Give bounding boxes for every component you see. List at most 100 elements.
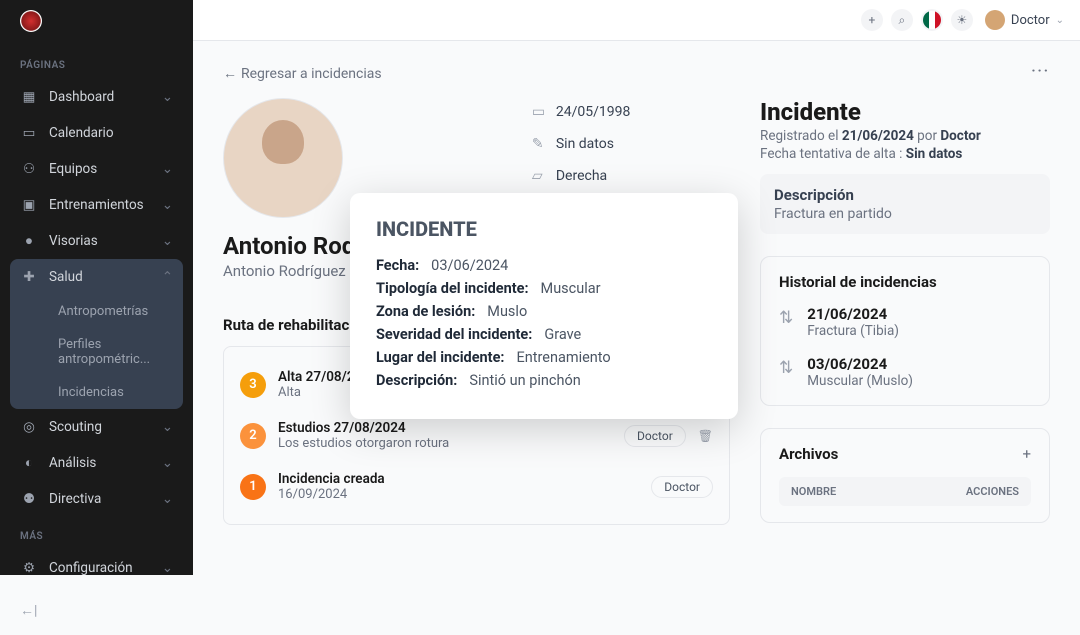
people-icon: ⚇ xyxy=(20,160,38,178)
sidebar-label: Salud xyxy=(49,269,162,285)
ball-icon: ● xyxy=(20,232,38,250)
chevron-up-icon: ⌃ xyxy=(162,269,173,285)
player-dob: ▭ 24/05/1998 xyxy=(532,104,631,120)
sidebar-item-calendario[interactable]: ▭ Calendario xyxy=(0,115,193,151)
user-menu[interactable]: Doctor ⌄ xyxy=(985,10,1064,30)
add-file-button[interactable]: + xyxy=(1022,445,1031,463)
tt-value: Entrenamiento xyxy=(517,349,611,366)
chevron-down-icon: ⌄ xyxy=(162,233,173,249)
theme-toggle[interactable]: ☀ xyxy=(951,9,973,31)
history-row[interactable]: ⇅ 03/06/2024 Muscular (Muslo) xyxy=(779,355,1031,389)
scout-icon: ◎ xyxy=(20,418,38,436)
incident-tentative: Fecha tentativa de alta : Sin datos xyxy=(760,146,1050,162)
swap-icon: ⇅ xyxy=(779,358,793,378)
ellipsis-icon: ··· xyxy=(1031,63,1050,79)
incident-title: Incidente xyxy=(760,98,1050,126)
tt-value: Grave xyxy=(544,326,581,343)
delete-rehab-button[interactable]: 🗑 xyxy=(698,429,713,443)
chevron-down-icon: ⌄ xyxy=(162,161,173,177)
sidebar-sub-label: Antropometrías xyxy=(58,304,148,319)
chevron-down-icon: ⌄ xyxy=(1056,15,1064,26)
language-picker[interactable] xyxy=(921,9,943,31)
sidebar-item-dashboard[interactable]: ▦ Dashboard ⌄ xyxy=(0,79,193,115)
club-logo xyxy=(20,10,42,32)
player-side-value: Derecha xyxy=(556,168,607,184)
collapse-sidebar-button[interactable]: ←| xyxy=(0,586,193,635)
sidebar-label: Configuración xyxy=(49,560,162,576)
sidebar-item-configuracion[interactable]: ⚙ Configuración ⌄ xyxy=(0,550,193,586)
step-badge-2: 2 xyxy=(240,423,266,449)
tt-value: Sintió un pinchón xyxy=(469,372,580,389)
pencil-icon: ✎ xyxy=(532,136,546,152)
grid-icon: ▦ xyxy=(20,88,38,106)
registered-date: 21/06/2024 xyxy=(842,128,914,144)
files-panel: Archivos + NOMBRE ACCIONES xyxy=(760,428,1050,523)
swap-icon: ⇅ xyxy=(779,308,793,328)
sidebar-section-pages: PÁGINAS xyxy=(0,46,193,79)
more-menu-button[interactable]: ··· xyxy=(1031,63,1050,79)
chevron-down-icon: ⌄ xyxy=(162,89,173,105)
tooltip-title: INCIDENTE xyxy=(376,217,712,241)
author-pill: Doctor xyxy=(624,425,686,447)
sidebar-section-more: MÁS xyxy=(0,517,193,550)
registered-prefix: Registrado el xyxy=(760,128,842,144)
sidebar-label: Dashboard xyxy=(49,89,162,105)
history-panel: Historial de incidencias ⇅ 21/06/2024 Fr… xyxy=(760,256,1050,406)
sidebar-item-directiva[interactable]: ⚉ Directiva ⌄ xyxy=(0,481,193,517)
tt-label: Tipología del incidente: xyxy=(376,280,529,297)
user-role-label: Doctor xyxy=(1011,13,1050,28)
tt-label: Fecha: xyxy=(376,257,419,274)
sidebar-item-equipos[interactable]: ⚇ Equipos ⌄ xyxy=(0,151,193,187)
history-desc: Fractura (Tibia) xyxy=(807,323,899,339)
incident-description-box: Descripción Fractura en partido xyxy=(760,174,1050,234)
chevron-down-icon: ⌄ xyxy=(162,455,173,471)
chart-icon: ◐ xyxy=(20,454,38,472)
flag-mexico-icon xyxy=(923,11,941,29)
sidebar-item-scouting[interactable]: ◎ Scouting ⌄ xyxy=(0,409,193,445)
desc-text: Fractura en partido xyxy=(774,206,1036,222)
calendar-icon: ▭ xyxy=(532,104,546,120)
chevron-down-icon: ⌄ xyxy=(162,197,173,213)
files-title: Archivos xyxy=(779,445,838,463)
chevron-down-icon: ⌄ xyxy=(162,419,173,435)
tentative-prefix: Fecha tentativa de alta : xyxy=(760,146,906,162)
tt-label: Descripción: xyxy=(376,372,457,389)
incident-tooltip: INCIDENTE Fecha: 03/06/2024 Tipología del… xyxy=(350,193,738,419)
tt-value: 03/06/2024 xyxy=(431,257,508,274)
player-side: ▱ Derecha xyxy=(532,168,631,184)
add-button[interactable]: + xyxy=(861,9,883,31)
author-pill: Doctor xyxy=(651,476,713,498)
logo-container xyxy=(0,0,193,46)
sidebar-item-visorias[interactable]: ● Visorias ⌄ xyxy=(0,223,193,259)
incident-registered: Registrado el 21/06/2024 por Doctor xyxy=(760,128,1050,144)
sidebar-label: Análisis xyxy=(49,455,162,471)
sidebar-label: Equipos xyxy=(49,161,162,177)
plus-icon: + xyxy=(1022,445,1031,463)
rehab-row-1[interactable]: 1 Incidencia creada 16/09/2024 Doctor xyxy=(240,461,713,512)
registered-by: por xyxy=(914,128,941,144)
rehab-row-sub: Los estudios otorgaron rotura xyxy=(278,436,612,451)
tt-label: Severidad del incidente: xyxy=(376,326,532,343)
sidebar-item-analisis[interactable]: ◐ Análisis ⌄ xyxy=(0,445,193,481)
tentative-value: Sin datos xyxy=(906,146,963,162)
tt-label: Lugar del incidente: xyxy=(376,349,505,366)
sidebar-item-entrenamientos[interactable]: ▣ Entrenamientos ⌄ xyxy=(0,187,193,223)
col-name: NOMBRE xyxy=(791,485,836,498)
rehab-row-title: Estudios 27/08/2024 xyxy=(278,420,612,436)
step-badge-3: 3 xyxy=(240,372,266,398)
back-to-incidents-link[interactable]: ← Regresar a incidencias xyxy=(223,65,382,82)
arrow-left-icon: ← xyxy=(223,65,237,82)
sidebar-sub-antropometrias[interactable]: Antropometrías xyxy=(10,295,183,328)
sun-icon: ☀ xyxy=(957,13,968,27)
history-row[interactable]: ⇅ 21/06/2024 Fractura (Tibia) xyxy=(779,305,1031,339)
registered-author: Doctor xyxy=(940,128,980,144)
sidebar-label: Directiva xyxy=(49,491,162,507)
check-icon: ▣ xyxy=(20,196,38,214)
sidebar-sub-incidencias[interactable]: Incidencias xyxy=(10,376,183,409)
search-button[interactable]: ⌕ xyxy=(891,9,913,31)
sidebar: PÁGINAS ▦ Dashboard ⌄ ▭ Calendario ⚇ Equ… xyxy=(0,0,193,575)
sidebar-item-salud[interactable]: ✚ Salud ⌃ xyxy=(10,259,183,295)
tt-value: Muscular xyxy=(541,280,601,297)
foot-icon: ▱ xyxy=(532,168,546,184)
sidebar-sub-perfiles[interactable]: Perfiles antropométric... xyxy=(10,328,183,376)
